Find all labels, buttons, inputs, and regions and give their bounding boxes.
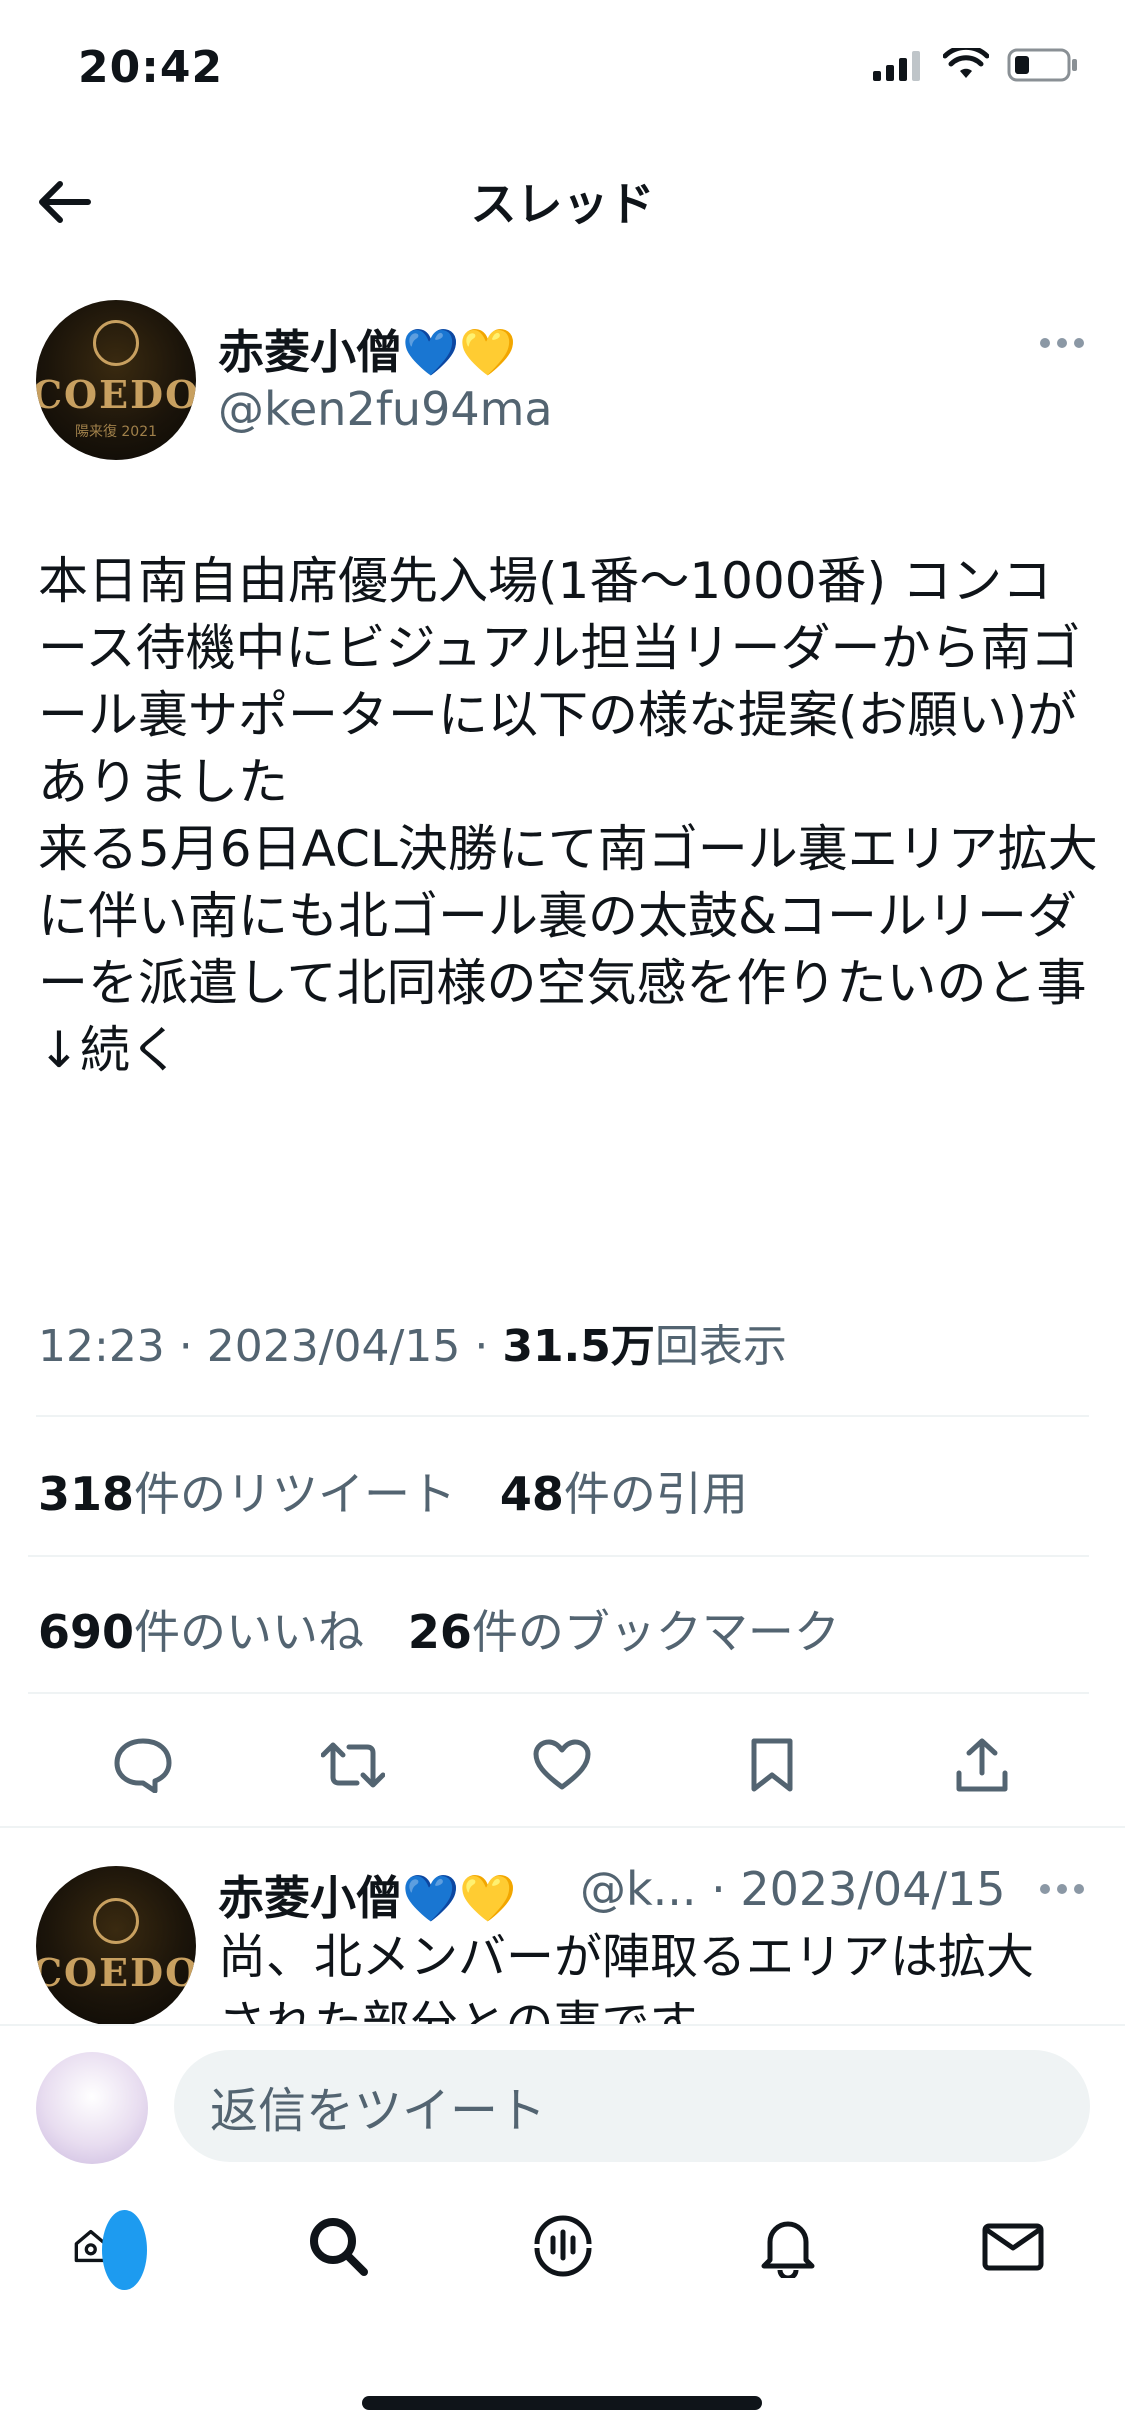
like-icon [533,1739,591,1790]
author-name[interactable]: 赤菱小僧💙💛 [218,316,517,382]
signal-icon [873,51,920,81]
notification-dot [102,2210,147,2290]
coedo-emblem [93,1897,139,1944]
like-button[interactable] [527,1730,597,1800]
reply-button[interactable] [108,1730,178,1800]
home-indicator[interactable] [362,2396,762,2410]
page-title: スレッド [470,177,655,231]
tab-home[interactable] [73,2206,153,2290]
quotes-count: 48 [499,1467,564,1521]
tweet-actions [38,1730,1087,1800]
quotes-stat[interactable]: 48件の引用 [500,1467,748,1521]
avatar-subtext: 陽来復 2021 [74,423,158,440]
tab-notifications[interactable] [748,2206,828,2286]
bookmarks-count: 26 [407,1605,472,1659]
battery-icon [1007,48,1077,82]
my-avatar[interactable] [36,2052,148,2164]
tab-search[interactable] [298,2206,378,2286]
tweet-timestamp: 12:23 · 2023/04/15 · [38,1321,503,1372]
notifications-icon [761,2221,814,2278]
likes-count: 690 [38,1605,135,1659]
reply-handle-date[interactable]: @k... · 2023/04/15 [580,1862,1006,1916]
coedo-emblem [93,319,139,366]
divider [36,1415,1089,1417]
tab-messages[interactable] [973,2206,1053,2286]
retweet-icon [320,1742,385,1788]
view-label[interactable]: 回表示 [655,1321,787,1372]
author-avatar[interactable]: COEDO 陽来復 2021 [36,300,196,460]
divider [28,1692,1089,1694]
retweets-count: 318 [38,1467,135,1521]
reply-input[interactable]: 返信をツイート [174,2050,1090,2162]
reply-icon [114,1738,172,1793]
quotes-label: 件の引用 [563,1467,748,1521]
reply-author-avatar[interactable]: COEDO [36,1866,196,2026]
share-button[interactable] [947,1730,1017,1800]
retweet-quote-stats: 318件のリツイート 48件の引用 [38,1458,748,1524]
messages-icon [982,2223,1043,2271]
back-arrow-icon[interactable] [32,170,96,234]
divider [28,1555,1089,1557]
more-icon[interactable] [1039,1882,1085,1896]
status-icons [873,48,1079,82]
divider [0,1826,1125,1828]
tab-spaces[interactable] [523,2206,603,2286]
search-icon [309,2218,368,2276]
bookmark-button[interactable] [737,1730,807,1800]
wifi-icon [943,48,989,78]
more-icon[interactable] [1039,336,1085,350]
retweet-button[interactable] [318,1730,388,1800]
retweets-stat[interactable]: 318件のリツイート [38,1467,456,1521]
avatar-logo-text: COEDO [36,1949,196,1995]
bookmarks-label: 件のブックマーク [471,1605,840,1659]
tab-bar [0,2206,1125,2290]
reply-author-name[interactable]: 赤菱小僧💙💛 [218,1862,517,1928]
tweet-text: 本日南自由席優先入場(1番〜1000番) コンコース待機中にビジュアル担当リーダ… [38,552,1098,1079]
likes-label: 件のいいね [134,1605,365,1659]
view-count: 31.5万 [502,1321,655,1372]
bookmark-icon [751,1738,793,1792]
spaces-icon [534,2215,591,2277]
author-handle[interactable]: @ken2fu94ma [218,382,553,436]
tweet-meta: 12:23 · 2023/04/15 · 31.5万回表示 [38,1310,787,1374]
status-time: 20:42 [78,42,224,93]
share-icon [956,1738,1008,1792]
bookmarks-stat[interactable]: 26件のブックマーク [408,1605,840,1659]
retweets-label: 件のリツイート [134,1467,457,1521]
like-bookmark-stats: 690件のいいね 26件のブックマーク [38,1596,840,1662]
avatar-logo-text: COEDO [36,371,196,417]
likes-stat[interactable]: 690件のいいね [38,1605,364,1659]
